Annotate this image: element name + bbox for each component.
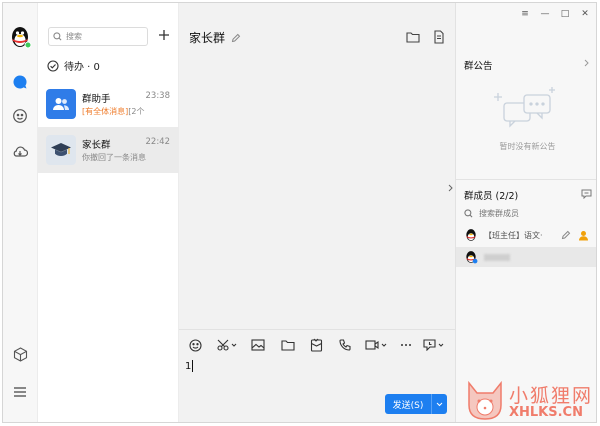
message-input-area[interactable]: 1 发送(S)	[179, 329, 455, 422]
session-list: 搜索 待办 · 0 群助手 23:38 [有全体消息][2个 家长群 22:42	[38, 3, 179, 422]
chevron-right-icon	[448, 184, 453, 192]
maximize-button[interactable]: □	[558, 7, 572, 21]
list-item-preview: 你撤回了一条消息	[82, 153, 146, 162]
send-options-dropdown[interactable]	[431, 394, 447, 414]
image-send-icon[interactable]	[251, 338, 265, 352]
member-search-placeholder: 搜索群成员	[479, 209, 519, 218]
window-menu-button[interactable]: ≡	[518, 7, 532, 21]
panel-divider	[456, 179, 596, 180]
watermark: 小狐狸网 XHLKS.CN	[461, 379, 596, 422]
group-avatar	[46, 135, 76, 165]
list-item-time: 23:38	[145, 91, 171, 101]
qq-penguin-icon	[466, 229, 476, 241]
todo-row[interactable]: 待办 · 0	[47, 58, 100, 73]
history-icon[interactable]	[423, 338, 445, 352]
minimize-button[interactable]: —	[538, 7, 552, 21]
folder-icon[interactable]	[405, 29, 421, 45]
member-manage-icon[interactable]	[581, 189, 592, 199]
watermark-text-cn: 小狐狸网	[509, 385, 594, 407]
chat-bubble-icon[interactable]	[11, 73, 29, 91]
phone-icon[interactable]	[339, 338, 351, 352]
member-row[interactable]	[456, 247, 596, 267]
search-placeholder: 搜索	[66, 32, 82, 41]
more-icon[interactable]	[400, 338, 412, 352]
chat-title: 家长群	[189, 29, 241, 46]
members-title: 群成员 (2/2)	[464, 191, 519, 202]
member-name-blurred	[484, 253, 510, 261]
announcement-empty-text: 暂时没有新公告	[499, 142, 556, 151]
check-circle-icon	[47, 59, 59, 72]
video-icon[interactable]	[365, 338, 387, 352]
chat-title-text: 家长群	[189, 31, 226, 45]
text-caret	[192, 360, 194, 372]
preview-text: [2个	[128, 107, 145, 116]
graduation-cap-icon	[51, 143, 71, 156]
group-info-panel: ≡ — □ ✕ 群公告 暂时没有新公告 群成员 (2/2) 搜索群成员 【班主任…	[455, 3, 596, 422]
contacts-icon[interactable]	[11, 107, 29, 125]
empty-announcement-icon	[494, 87, 555, 128]
search-input[interactable]: 搜索	[48, 27, 148, 46]
member-search-input[interactable]: 搜索群成员	[464, 208, 519, 219]
list-item[interactable]: 家长群 22:42 你撤回了一条消息	[38, 127, 179, 173]
fox-logo-icon	[468, 380, 502, 420]
red-packet-icon[interactable]	[310, 338, 323, 352]
menu-icon[interactable]	[11, 383, 29, 401]
typed-text: 1	[185, 361, 192, 372]
plus-icon	[159, 30, 169, 40]
file-send-icon[interactable]	[281, 338, 295, 352]
search-icon	[53, 32, 62, 41]
send-button[interactable]: 发送(S)	[385, 394, 447, 414]
todo-label: 待办 · 0	[64, 62, 100, 73]
list-item-time: 22:42	[145, 137, 171, 147]
member-role: 【班主任】语文·	[484, 230, 543, 240]
cloud-icon[interactable]	[11, 143, 29, 161]
chevron-right-icon[interactable]	[584, 59, 589, 67]
owner-icon	[579, 230, 588, 240]
qq-penguin-icon	[466, 251, 478, 264]
qq-window: 搜索 待办 · 0 群助手 23:38 [有全体消息][2个 家长群 22:42	[2, 2, 597, 423]
group-assistant-icon	[46, 89, 76, 119]
list-item[interactable]: 群助手 23:38 [有全体消息][2个	[38, 81, 179, 127]
close-button[interactable]: ✕	[578, 7, 592, 21]
preview-highlight: [有全体消息]	[82, 107, 129, 116]
member-row[interactable]: 【班主任】语文·	[456, 225, 596, 245]
left-rail	[3, 3, 38, 422]
chat-area: 家长群 1 发送(S)	[179, 3, 585, 422]
edit-icon[interactable]	[231, 33, 241, 43]
qq-avatar-icon[interactable]	[8, 25, 32, 49]
edit-icon[interactable]	[561, 230, 571, 240]
collapse-panel-button[interactable]	[445, 181, 455, 195]
list-item-name: 家长群	[82, 140, 111, 151]
emoji-icon[interactable]	[189, 338, 202, 352]
chevron-down-icon	[436, 402, 443, 406]
search-icon	[464, 209, 473, 218]
watermark-text-en: XHLKS.CN	[509, 405, 583, 420]
screenshot-icon[interactable]	[217, 338, 237, 352]
message-input[interactable]: 1	[185, 360, 194, 372]
add-button[interactable]	[155, 27, 173, 45]
list-item-name: 群助手	[82, 94, 111, 105]
document-icon[interactable]	[431, 29, 447, 45]
send-label: 发送(S)	[392, 400, 424, 411]
list-item-preview: [有全体消息][2个	[82, 106, 144, 117]
announcement-title: 群公告	[464, 61, 493, 72]
cube-icon[interactable]	[11, 345, 29, 363]
